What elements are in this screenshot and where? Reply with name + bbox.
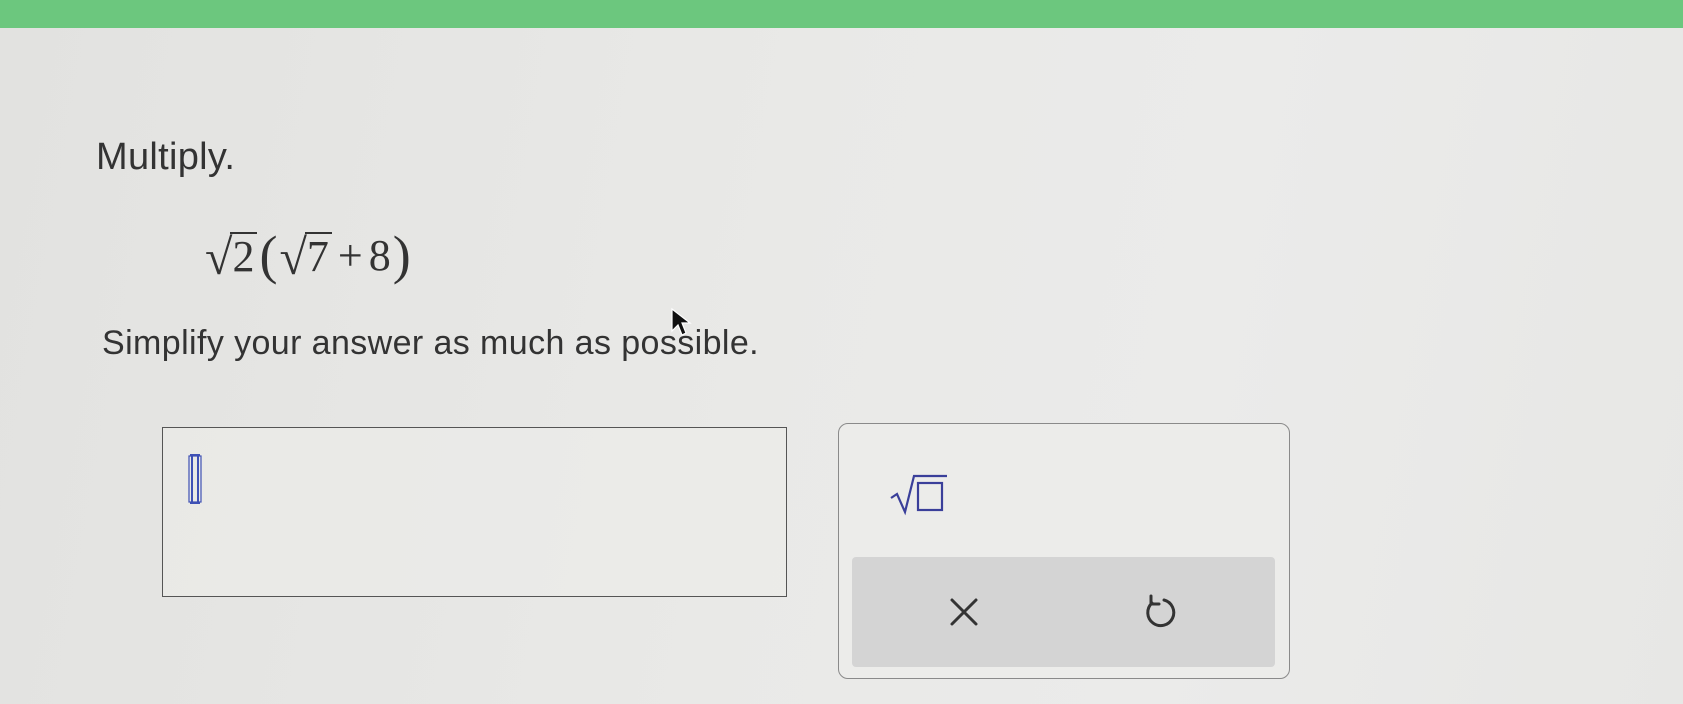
problem-instruction: Multiply.	[96, 136, 236, 178]
undo-icon	[1146, 594, 1176, 628]
radical-sign: √	[279, 229, 307, 285]
keypad-action-row	[852, 557, 1275, 667]
clear-button[interactable]	[919, 575, 1009, 649]
close-paren: )	[392, 225, 411, 285]
outer-radical: √ 2	[205, 229, 258, 285]
header-bar	[0, 0, 1683, 28]
radical-sign: √	[205, 229, 233, 285]
mouse-pointer-icon	[671, 307, 692, 336]
text-cursor-icon	[188, 454, 202, 504]
question-panel: Multiply. √ 2 ( √ 7 + 8 ) Simplify your …	[0, 28, 1683, 704]
undo-button[interactable]	[1114, 575, 1204, 649]
simplify-prompt: Simplify your answer as much as possible…	[102, 324, 759, 362]
constant-term: 8	[368, 230, 391, 280]
close-icon	[950, 598, 978, 626]
math-expression: √ 2 ( √ 7 + 8 )	[205, 220, 413, 290]
sqrt-template-icon	[890, 474, 947, 516]
plus-operator: +	[337, 230, 363, 280]
outer-radicand: 2	[230, 231, 258, 280]
answer-input[interactable]	[162, 427, 787, 597]
inner-radicand: 7	[304, 231, 332, 280]
open-paren: (	[259, 225, 278, 285]
sqrt-button[interactable]	[887, 466, 951, 520]
math-keypad	[838, 423, 1290, 679]
inner-radical: √ 7	[279, 229, 332, 285]
